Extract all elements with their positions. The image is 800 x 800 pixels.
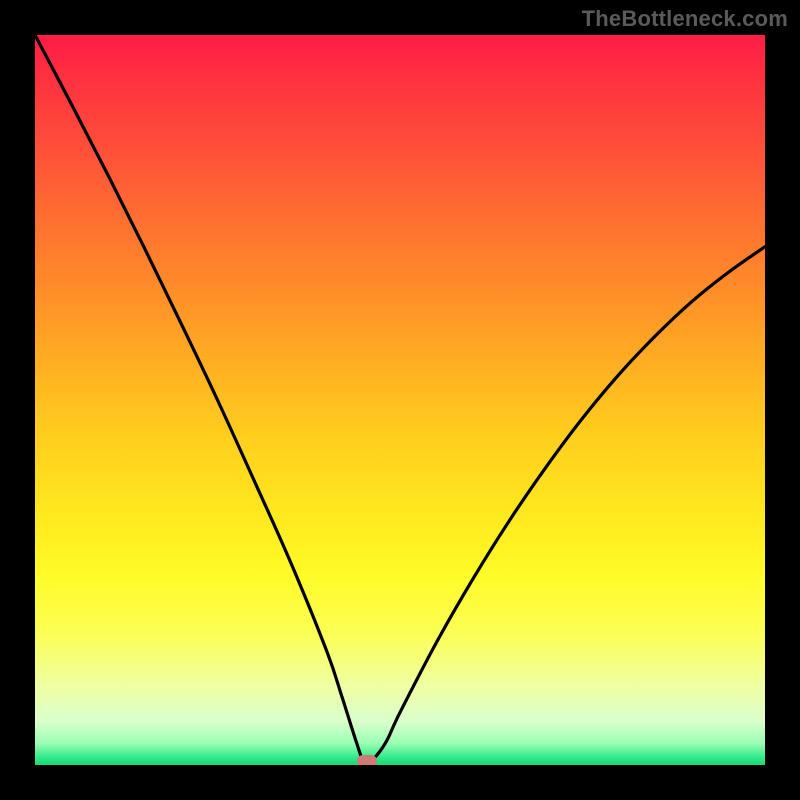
bottleneck-curve <box>35 35 765 764</box>
plot-area <box>35 35 765 765</box>
minimum-marker <box>357 755 377 765</box>
watermark-text: TheBottleneck.com <box>582 6 788 32</box>
chart-frame: TheBottleneck.com <box>0 0 800 800</box>
curve-svg <box>35 35 765 765</box>
